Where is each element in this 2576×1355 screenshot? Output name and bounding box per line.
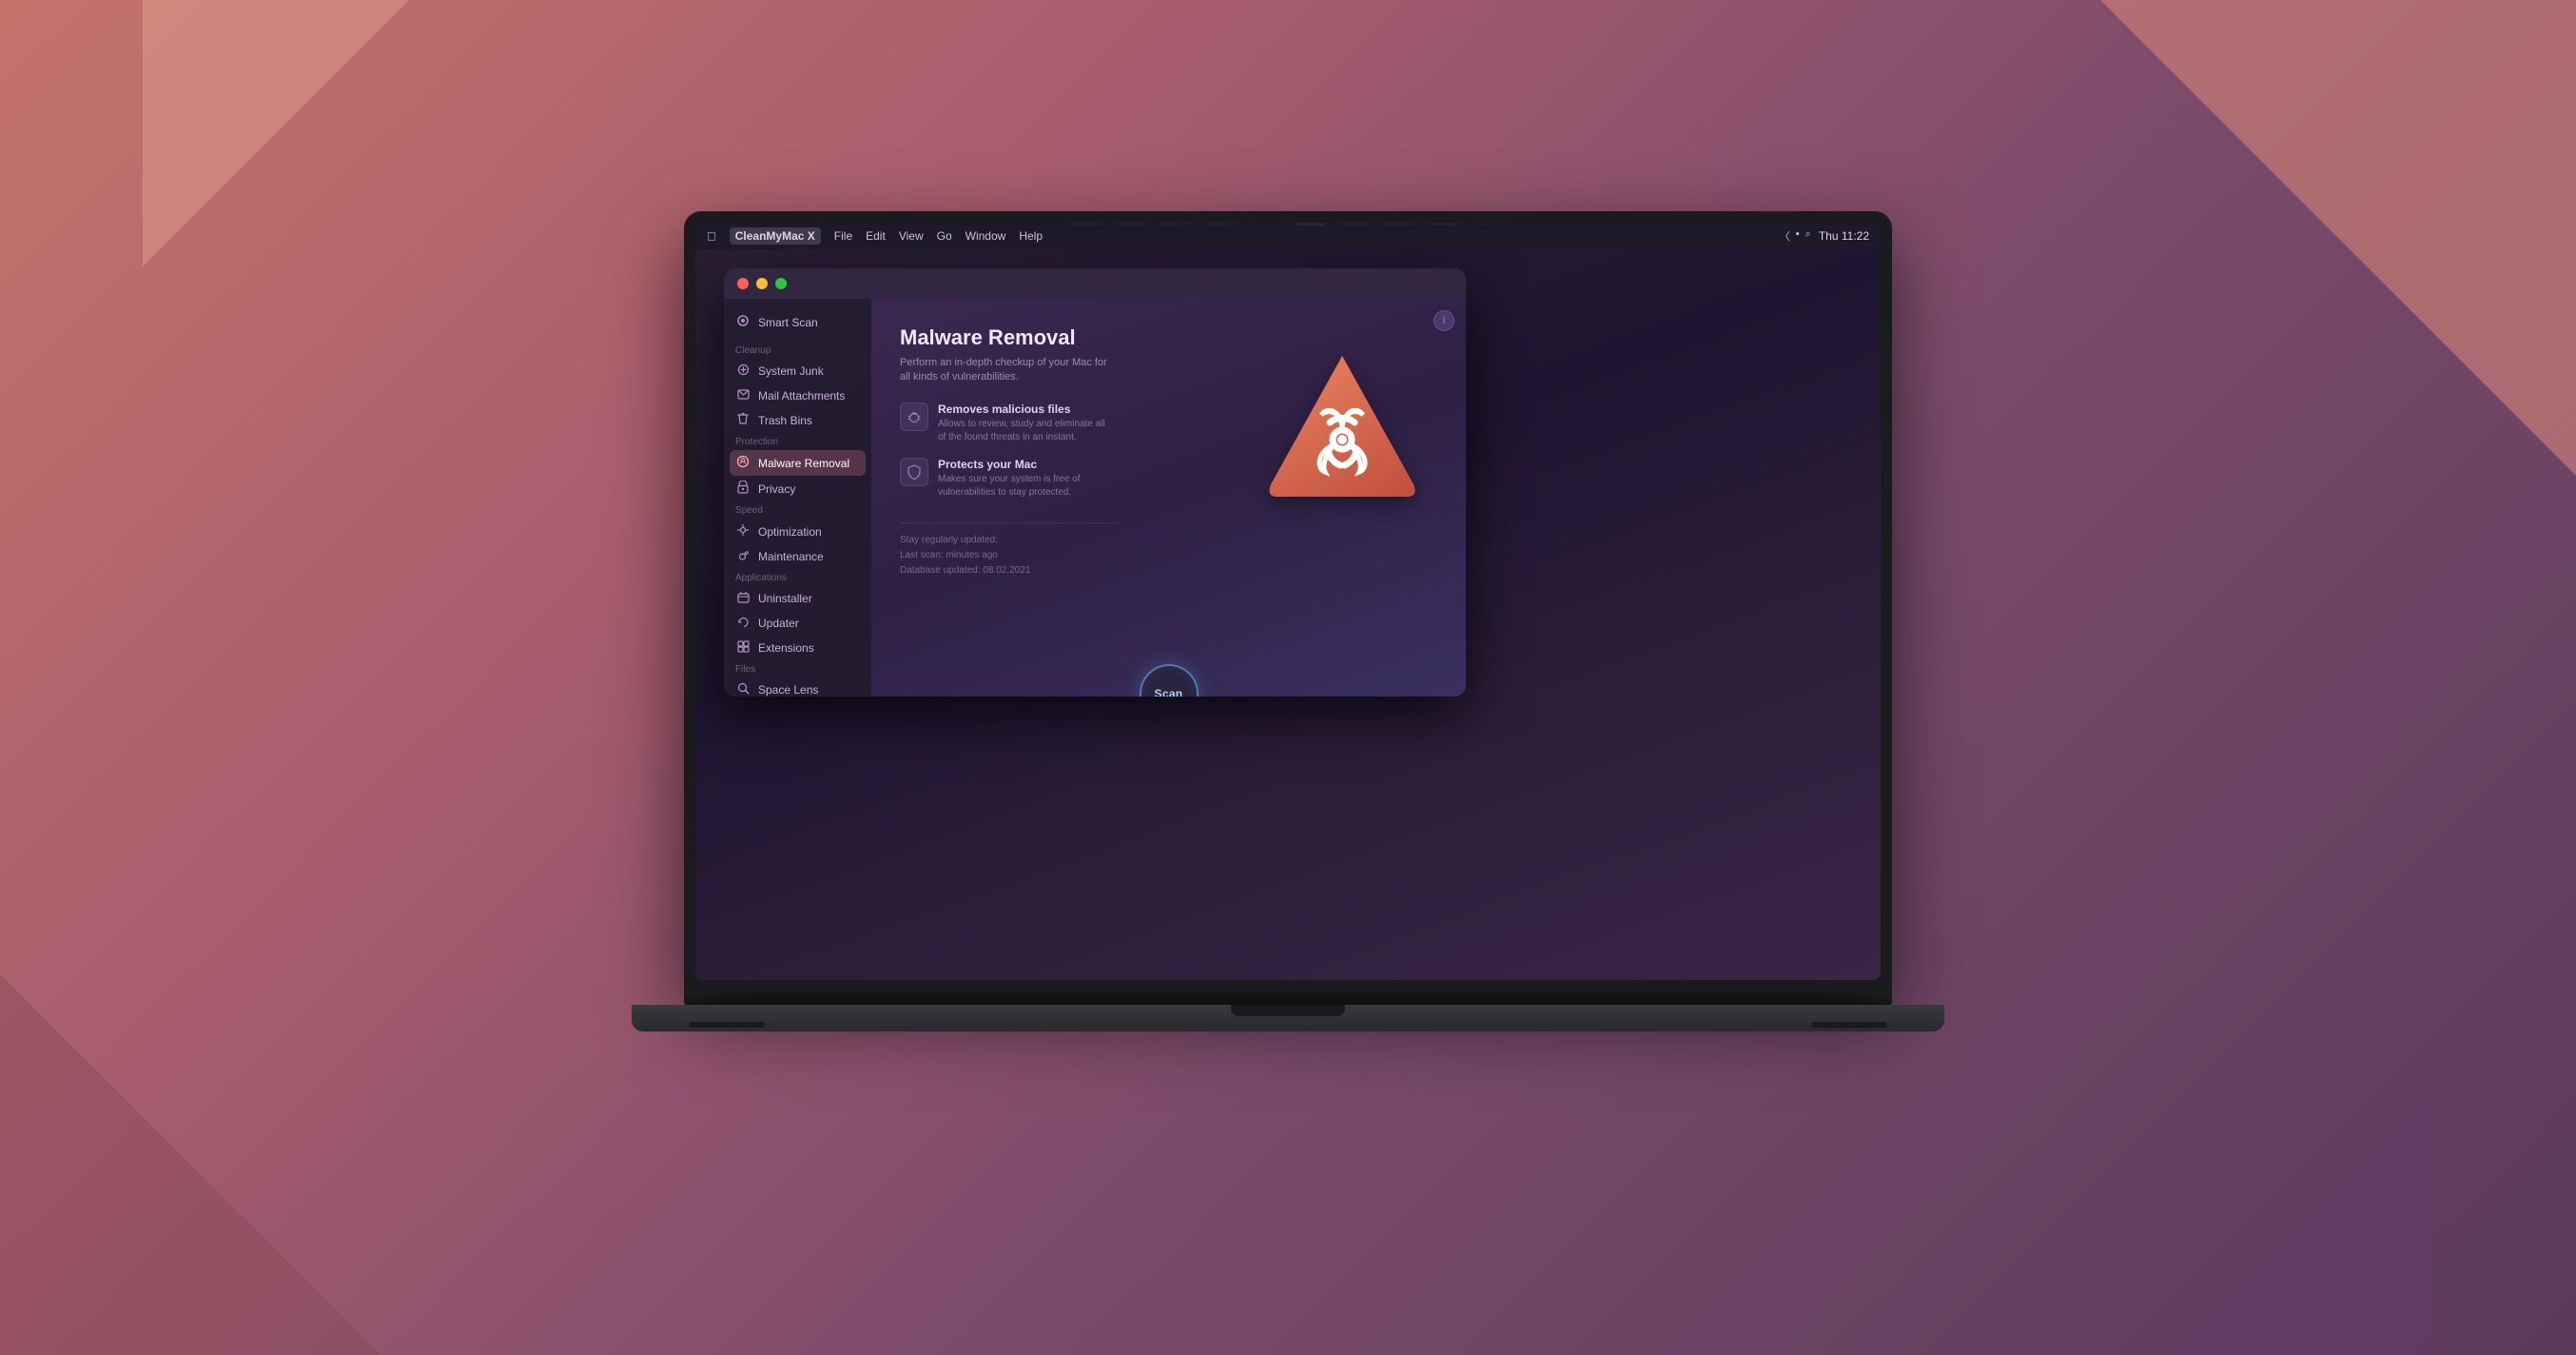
sidebar-section-cleanup: Cleanup (724, 342, 871, 359)
malware-removal-icon (735, 455, 751, 471)
sidebar-item-system-junk[interactable]: System Junk (724, 359, 871, 383)
biohazard-svg (1247, 337, 1437, 527)
bg-decoration-bottom-left (0, 974, 381, 1355)
sidebar-item-optimization[interactable]: Optimization (724, 519, 871, 544)
shield-icon (907, 464, 922, 480)
laptop-screen-bezel:  CleanMyMac X File Edit View Go Window … (684, 211, 1892, 992)
scan-button-wrap: Scan (1140, 664, 1199, 697)
laptop-notch (1231, 1005, 1345, 1016)
extensions-label: Extensions (758, 641, 814, 655)
sidebar: Smart Scan Cleanup (724, 299, 871, 697)
sidebar-smart-scan-label: Smart Scan (758, 316, 818, 329)
sidebar-item-extensions[interactable]: Extensions (724, 636, 871, 660)
trash-bins-label: Trash Bins (758, 414, 812, 427)
system-junk-label: System Junk (758, 364, 824, 378)
content-divider (900, 522, 1119, 523)
menubar-left:  CleanMyMac X File Edit View Go Window … (707, 227, 1043, 245)
menubar-help[interactable]: Help (1019, 229, 1043, 243)
extensions-icon (735, 640, 751, 656)
apple-logo-icon:  (707, 229, 716, 244)
smart-scan-icon (735, 314, 751, 330)
sidebar-item-smart-scan[interactable]: Smart Scan (724, 308, 871, 336)
search-icon[interactable]: ⌕ (1805, 228, 1811, 244)
feature-malicious-files-text: Removes malicious files Allows to review… (938, 403, 1109, 444)
traffic-light-minimize[interactable] (756, 278, 768, 289)
bug-icon-wrap (900, 403, 928, 431)
battery-icon: ▪ (1796, 228, 1800, 244)
laptop-screen:  CleanMyMac X File Edit View Go Window … (695, 223, 1881, 980)
menubar-time: Thu 11:22 (1819, 229, 1869, 243)
optimization-label: Optimization (758, 525, 822, 539)
sidebar-item-maintenance[interactable]: Maintenance (724, 544, 871, 569)
shield-icon-wrap (900, 458, 928, 486)
menubar-window[interactable]: Window (966, 229, 1006, 243)
sidebar-item-trash-bins[interactable]: Trash Bins (724, 407, 871, 433)
trash-bins-icon (735, 412, 751, 428)
laptop-base (632, 1005, 1944, 1031)
maintenance-label: Maintenance (758, 550, 824, 563)
uninstaller-label: Uninstaller (758, 592, 812, 605)
optimization-icon (735, 523, 751, 540)
feature-protects-mac-desc: Makes sure your system is free of vulner… (938, 473, 1109, 500)
scan-button-label: Scan (1155, 687, 1183, 697)
update-last-scan: Last scan: minutes ago (900, 548, 1437, 563)
traffic-light-fullscreen[interactable] (775, 278, 787, 289)
menubar-edit[interactable]: Edit (866, 229, 886, 243)
sidebar-item-malware-removal[interactable]: Malware Removal (730, 450, 866, 476)
menubar-app-name[interactable]: CleanMyMac X (730, 227, 821, 245)
feature-malicious-files-desc: Allows to review, study and eliminate al… (938, 418, 1109, 444)
menubar-right: 〈 ▪ ⌕ Thu 11:22 (1780, 228, 1869, 244)
malware-removal-label: Malware Removal (758, 457, 849, 470)
window-body: Smart Scan Cleanup (724, 299, 1466, 697)
privacy-icon (735, 481, 751, 497)
menubar:  CleanMyMac X File Edit View Go Window … (695, 223, 1881, 249)
sidebar-section-applications: Applications (724, 569, 871, 586)
space-lens-label: Space Lens (758, 683, 818, 697)
mail-attachments-icon (735, 388, 751, 403)
sidebar-item-uninstaller[interactable]: Uninstaller (724, 586, 871, 611)
main-content: i Malware Removal Perform an in-depth ch… (871, 299, 1466, 697)
uninstaller-icon (735, 591, 751, 606)
system-junk-icon (735, 363, 751, 379)
sidebar-section-protection: Protection (724, 433, 871, 450)
sidebar-item-mail-attachments[interactable]: Mail Attachments (724, 383, 871, 407)
window-titlebar (724, 268, 1466, 299)
feature-subtitle: Perform an in-depth checkup of your Mac … (900, 356, 1109, 385)
sidebar-item-updater[interactable]: Updater (724, 611, 871, 636)
scan-button[interactable]: Scan (1140, 664, 1199, 697)
laptop-foot-left (689, 1022, 765, 1028)
updater-icon (735, 616, 751, 631)
feature-protects-mac-name: Protects your Mac (938, 458, 1109, 471)
mail-attachments-label: Mail Attachments (758, 389, 845, 403)
bg-decoration-top-left (143, 0, 409, 266)
sidebar-section-files: Files (724, 660, 871, 678)
space-lens-icon (735, 682, 751, 697)
menubar-view[interactable]: View (899, 229, 924, 243)
laptop-hinge (684, 992, 1892, 1005)
maintenance-icon (735, 549, 751, 564)
traffic-light-close[interactable] (737, 278, 749, 289)
feature-malicious-files-name: Removes malicious files (938, 403, 1109, 416)
privacy-label: Privacy (758, 482, 795, 496)
bg-decoration-bottom-right (2167, 1089, 2433, 1355)
laptop-wrapper:  CleanMyMac X File Edit View Go Window … (622, 211, 1954, 1144)
bug-icon (907, 409, 922, 424)
feature-protects-mac-text: Protects your Mac Makes sure your system… (938, 458, 1109, 500)
bg-decoration-top-right (2100, 0, 2576, 476)
laptop-foot-right (1811, 1022, 1887, 1028)
menubar-file[interactable]: File (834, 229, 852, 243)
biohazard-illustration (1247, 327, 1437, 537)
menubar-go[interactable]: Go (937, 229, 952, 243)
updater-label: Updater (758, 617, 799, 630)
update-info: Stay regularly updated: Last scan: minut… (900, 533, 1437, 579)
sidebar-section-speed: Speed (724, 501, 871, 519)
app-window: Smart Scan Cleanup (724, 268, 1466, 697)
update-db-date: Database updated: 08.02.2021 (900, 563, 1437, 579)
sidebar-item-space-lens[interactable]: Space Lens (724, 678, 871, 697)
menubar-status-icons: 〈 ▪ ⌕ (1780, 228, 1811, 244)
sidebar-item-privacy[interactable]: Privacy (724, 476, 871, 501)
wifi-icon: 〈 (1780, 228, 1790, 244)
